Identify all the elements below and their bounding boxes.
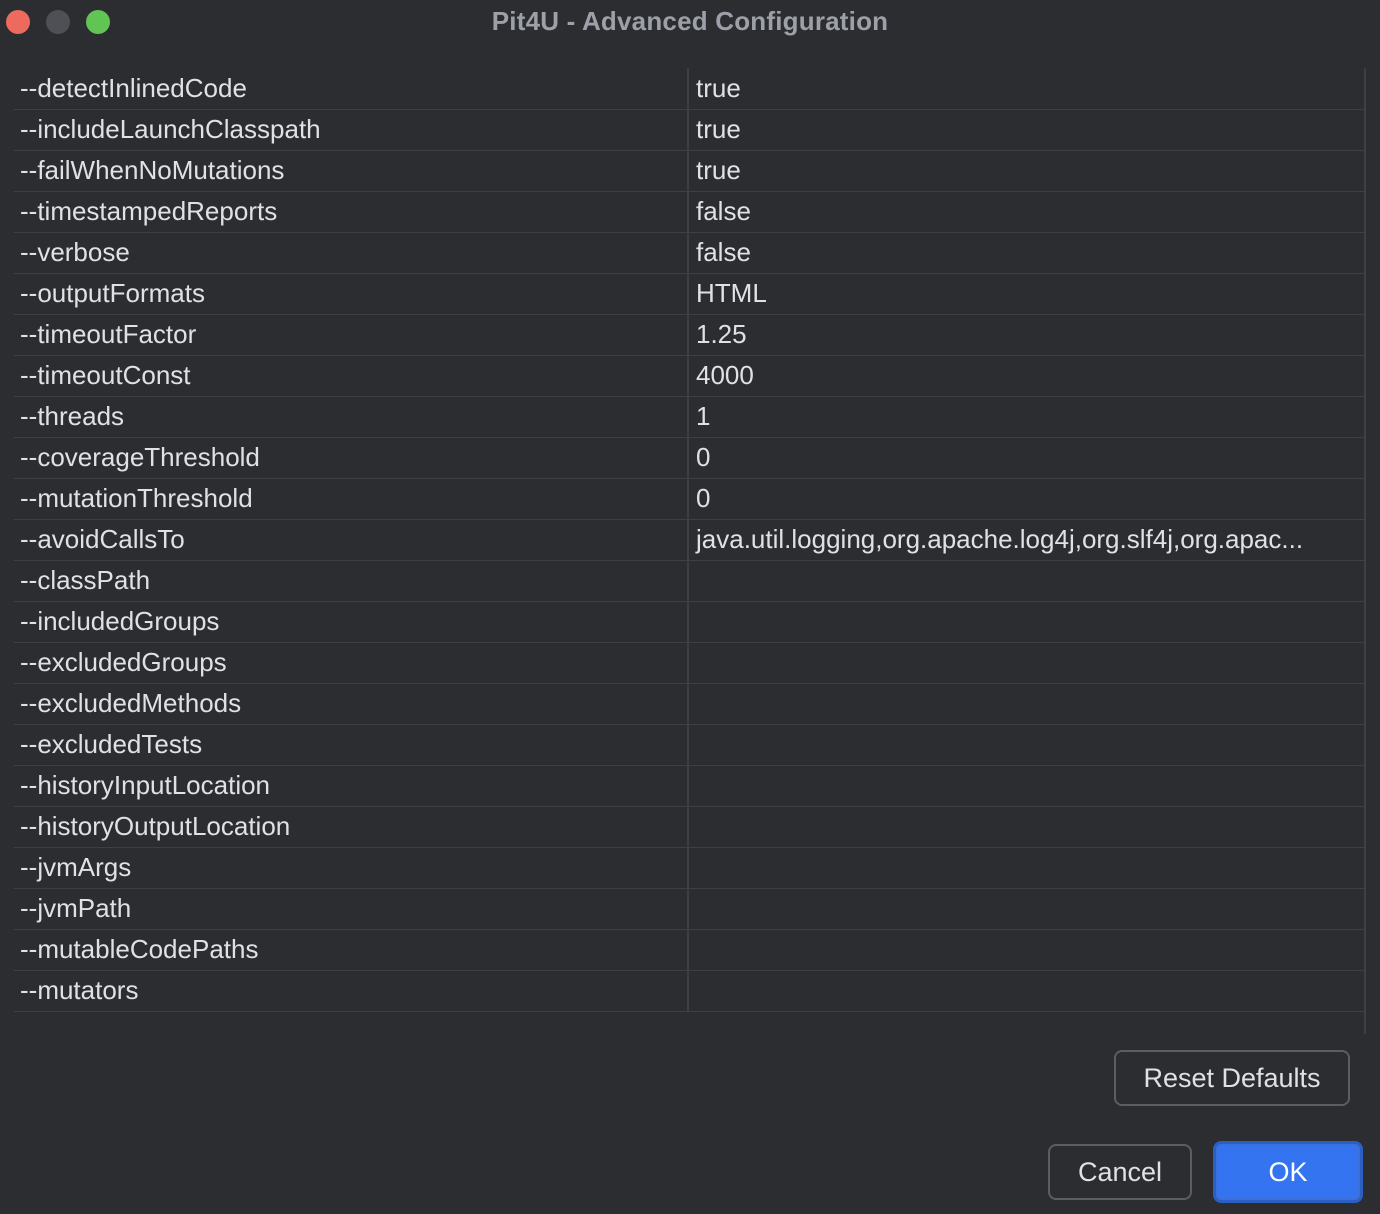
option-value-cell[interactable]: true — [688, 68, 1364, 110]
ok-button[interactable]: OK — [1213, 1141, 1363, 1203]
table-row[interactable]: --mutationThreshold 0 — [14, 478, 1364, 520]
option-value-cell[interactable]: false — [688, 191, 1364, 233]
option-value-cell[interactable] — [688, 970, 1364, 1012]
table-row[interactable]: --timestampedReports false — [14, 191, 1364, 233]
option-value-cell[interactable]: 1 — [688, 396, 1364, 438]
option-value-cell[interactable]: java.util.logging,org.apache.log4j,org.s… — [688, 519, 1364, 561]
options-table: --detectInlinedCode true --includeLaunchCl… — [14, 68, 1366, 1034]
option-value-cell[interactable]: 4000 — [688, 355, 1364, 397]
window-title: Pit4U - Advanced Configuration — [491, 6, 889, 36]
option-value-cell[interactable] — [688, 724, 1364, 766]
table-row[interactable]: --excludedMethods — [14, 683, 1364, 725]
option-value-cell[interactable]: 0 — [688, 437, 1364, 479]
option-value-cell[interactable]: true — [688, 150, 1364, 192]
table-row[interactable]: --timeoutFactor 1.25 — [14, 314, 1364, 356]
table-row[interactable]: --classPath — [14, 560, 1364, 602]
option-name-cell: --threads — [14, 396, 689, 438]
table-row[interactable]: --historyInputLocation — [14, 765, 1364, 807]
option-name-cell: --historyOutputLocation — [14, 806, 689, 848]
table-row[interactable]: --jvmArgs — [14, 847, 1364, 889]
option-name-cell: --mutableCodePaths — [14, 929, 689, 971]
table-row[interactable]: --threads 1 — [14, 396, 1364, 438]
option-value-cell[interactable] — [688, 683, 1364, 725]
option-value-cell[interactable] — [688, 929, 1364, 971]
option-value-cell[interactable]: false — [688, 232, 1364, 274]
option-name-cell: --failWhenNoMutations — [14, 150, 689, 192]
option-value-cell[interactable] — [688, 847, 1364, 889]
option-value-cell[interactable]: HTML — [688, 273, 1364, 315]
option-value-cell[interactable]: 0 — [688, 478, 1364, 520]
option-name-cell: --detectInlinedCode — [14, 68, 689, 110]
title-bar: Pit4U - Advanced Configuration — [0, 0, 1380, 44]
option-name-cell: --excludedGroups — [14, 642, 689, 684]
table-row[interactable]: --verbose false — [14, 232, 1364, 274]
option-name-cell: --mutationThreshold — [14, 478, 689, 520]
option-name-cell: --coverageThreshold — [14, 437, 689, 479]
table-row[interactable]: --mutableCodePaths — [14, 929, 1364, 971]
table-row[interactable]: --excludedGroups — [14, 642, 1364, 684]
option-name-cell: --timestampedReports — [14, 191, 689, 233]
table-row[interactable]: --avoidCallsTo java.util.logging,org.apac… — [14, 519, 1364, 561]
option-value-cell[interactable] — [688, 888, 1364, 930]
reset-defaults-button[interactable]: Reset Defaults — [1114, 1050, 1350, 1106]
table-row[interactable]: --outputFormats HTML — [14, 273, 1364, 315]
option-value-cell[interactable] — [688, 642, 1364, 684]
cancel-button[interactable]: Cancel — [1048, 1144, 1192, 1200]
options-table-body: --detectInlinedCode true --includeLaunchCl… — [14, 68, 1364, 1012]
table-row[interactable]: --coverageThreshold 0 — [14, 437, 1364, 479]
table-row[interactable]: --excludedTests — [14, 724, 1364, 766]
option-name-cell: --excludedTests — [14, 724, 689, 766]
option-value-cell[interactable] — [688, 806, 1364, 848]
option-name-cell: --verbose — [14, 232, 689, 274]
option-name-cell: --mutators — [14, 970, 689, 1012]
option-value-cell[interactable]: true — [688, 109, 1364, 151]
table-row[interactable]: --timeoutConst 4000 — [14, 355, 1364, 397]
option-name-cell: --historyInputLocation — [14, 765, 689, 807]
option-name-cell: --timeoutConst — [14, 355, 689, 397]
table-row[interactable]: --detectInlinedCode true — [14, 68, 1364, 110]
table-row[interactable]: --includeLaunchClasspath true — [14, 109, 1364, 151]
option-value-cell[interactable]: 1.25 — [688, 314, 1364, 356]
table-row[interactable]: --includedGroups — [14, 601, 1364, 643]
option-name-cell: --includeLaunchClasspath — [14, 109, 689, 151]
table-right-border — [1364, 68, 1366, 1034]
option-name-cell: --avoidCallsTo — [14, 519, 689, 561]
options-table-grid: --detectInlinedCode true --includeLaunchCl… — [14, 68, 1364, 1012]
option-name-cell: --jvmPath — [14, 888, 689, 930]
table-row[interactable]: --historyOutputLocation — [14, 806, 1364, 848]
option-name-cell: --excludedMethods — [14, 683, 689, 725]
option-value-cell[interactable] — [688, 601, 1364, 643]
option-value-cell[interactable] — [688, 765, 1364, 807]
option-name-cell: --classPath — [14, 560, 689, 602]
option-name-cell: --jvmArgs — [14, 847, 689, 889]
option-value-cell[interactable] — [688, 560, 1364, 602]
option-name-cell: --timeoutFactor — [14, 314, 689, 356]
option-name-cell: --includedGroups — [14, 601, 689, 643]
table-row[interactable]: --failWhenNoMutations true — [14, 150, 1364, 192]
advanced-configuration-dialog: Pit4U - Advanced Configuration --detectI… — [0, 0, 1380, 1214]
table-row[interactable]: --jvmPath — [14, 888, 1364, 930]
table-row[interactable]: --mutators — [14, 970, 1364, 1012]
option-name-cell: --outputFormats — [14, 273, 689, 315]
